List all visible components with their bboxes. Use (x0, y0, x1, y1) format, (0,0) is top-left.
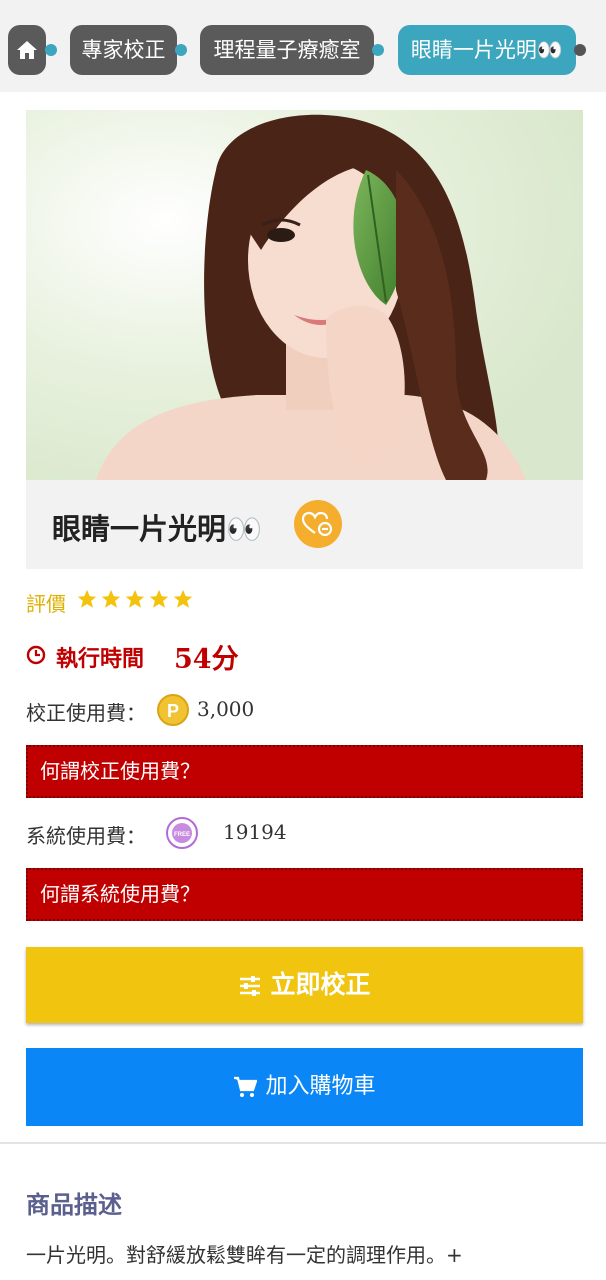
description-title: 商品描述 (26, 1191, 122, 1219)
system-fee-value: 19194 (223, 820, 287, 844)
system-fee-row: 系統使用費： (26, 820, 146, 849)
cart-icon (234, 1076, 258, 1097)
calib-fee-row: 校正使用費： (26, 697, 146, 726)
star-icon (77, 589, 97, 608)
calibrate-now-button[interactable]: 立即校正 (26, 947, 583, 1023)
breadcrumb: 專家校正 理程量子療癒室 眼睛一片光明👀 (0, 0, 606, 92)
home-icon (17, 41, 37, 59)
calib-fee-value-wrap: 3,000 (197, 697, 254, 721)
clock-icon (26, 645, 46, 665)
breadcrumb-separator (372, 44, 384, 56)
p-coin-icon: P (157, 694, 189, 726)
product-title: 眼睛一片光明👀 (52, 512, 263, 546)
description-text: 一片光明。對舒緩放鬆雙眸有一定的調理作用。+ (26, 1243, 463, 1267)
rating-stars (76, 588, 196, 614)
calib-fee-help-button[interactable]: 何謂校正使用費？ (26, 745, 583, 798)
svg-text:P: P (167, 701, 179, 721)
free-coin-icon: FREE (166, 817, 198, 849)
star-icon (125, 589, 145, 608)
exec-time: 執行時間 54分 (26, 641, 239, 675)
svg-text:FREE: FREE (174, 832, 190, 838)
star-icon (149, 589, 169, 608)
star-icon (173, 589, 193, 608)
system-fee-help-button[interactable]: 何謂系統使用費？ (26, 868, 583, 921)
product-title-box: 眼睛一片光明👀 (26, 480, 583, 569)
breadcrumb-home[interactable] (8, 25, 46, 75)
rating-label: 評價 (26, 592, 66, 616)
favorite-button[interactable] (294, 500, 342, 548)
heart-minus-icon (301, 511, 333, 537)
breadcrumb-item-current[interactable]: 眼睛一片光明👀 (398, 25, 576, 75)
calib-fee-label: 校正使用費： (26, 701, 146, 725)
add-to-cart-label: 加入購物車 (265, 1074, 376, 1099)
product-image (26, 110, 583, 480)
breadcrumb-item-room[interactable]: 理程量子療癒室 (200, 25, 374, 75)
calibrate-now-label: 立即校正 (270, 970, 371, 999)
exec-time-label: 執行時間 (56, 647, 145, 672)
sliders-icon (240, 976, 261, 996)
exec-time-value: 54分 (174, 644, 239, 675)
breadcrumb-item-expert[interactable]: 專家校正 (70, 25, 177, 75)
breadcrumb-separator (45, 44, 57, 56)
system-fee-value-wrap: 19194 (223, 820, 287, 844)
star-icon (101, 589, 121, 608)
calib-fee-value: 3,000 (197, 697, 255, 721)
breadcrumb-separator (175, 44, 187, 56)
divider (0, 1142, 606, 1144)
breadcrumb-separator (574, 44, 586, 56)
add-to-cart-button[interactable]: 加入購物車 (26, 1048, 583, 1126)
system-fee-label: 系統使用費： (26, 824, 146, 848)
